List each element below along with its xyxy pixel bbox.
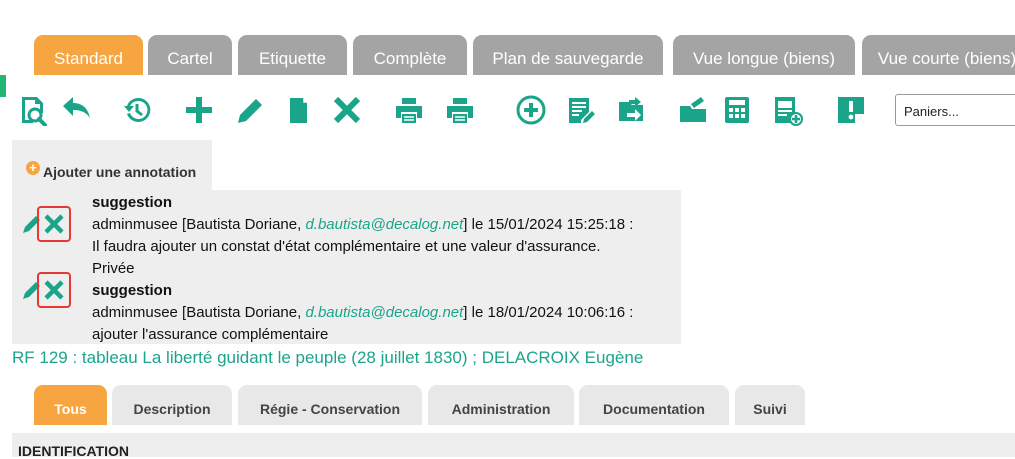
delete-note-button[interactable] (37, 206, 71, 242)
tab-vue-longue[interactable]: Vue longue (biens) (673, 35, 855, 75)
note-body: Il faudra ajouter un constat d'état comp… (92, 238, 601, 255)
undo-icon[interactable] (60, 92, 94, 128)
copy-icon[interactable] (281, 92, 315, 128)
delete-icon (44, 280, 64, 300)
delete-icon (44, 214, 64, 234)
tab-administration[interactable]: Administration (428, 385, 574, 425)
tab-standard[interactable]: Standard (34, 35, 143, 75)
tab-regie-conservation[interactable]: Régie - Conservation (238, 385, 422, 425)
history-icon[interactable] (120, 92, 154, 128)
top-tab-bar: Standard Cartel Etiquette Complète Plan … (34, 35, 1015, 75)
tab-vue-courte[interactable]: Vue courte (biens) (862, 35, 1015, 75)
tab-complete[interactable]: Complète (353, 35, 467, 75)
tab-plan-de-sauvegarde[interactable]: Plan de sauvegarde (473, 35, 663, 75)
add-circle-icon: + (26, 161, 40, 175)
tab-documentation[interactable]: Documentation (579, 385, 729, 425)
folder-export-icon[interactable] (676, 92, 710, 128)
green-accent-line (0, 75, 6, 97)
calculator-icon[interactable] (720, 92, 754, 128)
add-annotation-link[interactable]: + Ajouter une annotation (26, 161, 197, 180)
tab-tous[interactable]: Tous (34, 385, 107, 425)
list-edit-icon[interactable] (564, 92, 598, 128)
delete-note-button[interactable] (37, 272, 71, 308)
note-privacy: Privée (92, 260, 135, 277)
edit-icon[interactable] (234, 92, 268, 128)
note-meta: adminmusee [Bautista Doriane, d.bautista… (92, 216, 634, 233)
alert-note-icon[interactable] (834, 92, 868, 128)
add-icon[interactable] (182, 92, 216, 128)
note-meta: adminmusee [Bautista Doriane, d.bautista… (92, 304, 634, 321)
note-title: suggestion (92, 194, 173, 211)
print-icon[interactable] (392, 92, 426, 128)
print-alt-icon[interactable] (443, 92, 477, 128)
delete-icon[interactable] (330, 92, 364, 128)
note-email-link[interactable]: d.bautista@decalog.net (305, 304, 463, 321)
note-title: suggestion (92, 282, 173, 299)
note-email-link[interactable]: d.bautista@decalog.net (305, 216, 463, 233)
add-annotation-label: Ajouter une annotation (43, 164, 197, 180)
tab-cartel[interactable]: Cartel (148, 35, 232, 75)
document-add-icon[interactable] (770, 92, 804, 128)
search-preview-icon[interactable] (16, 92, 50, 128)
paniers-select[interactable]: Paniers... (895, 94, 1015, 126)
record-title: RF 129 : tableau La liberté guidant le p… (12, 348, 644, 367)
tab-suivi[interactable]: Suivi (735, 385, 805, 425)
tab-etiquette[interactable]: Etiquette (238, 35, 347, 75)
note-body: ajouter l'assurance complémentaire (92, 326, 329, 343)
tab-description[interactable]: Description (112, 385, 232, 425)
transfer-icon[interactable] (614, 92, 648, 128)
add-circle-icon[interactable] (514, 92, 548, 128)
section-header-bar (12, 433, 1015, 457)
